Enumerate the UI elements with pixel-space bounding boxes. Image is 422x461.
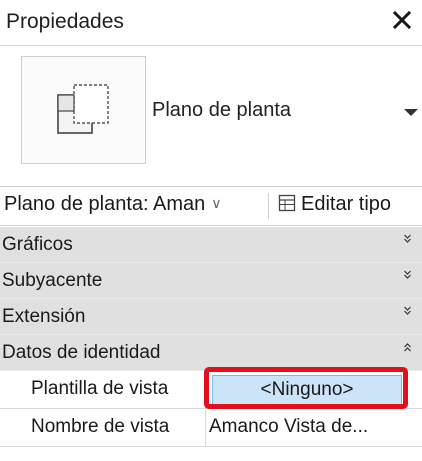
group-label: Subyacente (2, 270, 103, 291)
property-row-plantilla-de-vista: Plantilla de vista <Ninguno> (0, 367, 422, 409)
toolbar-divider (268, 193, 269, 219)
view-name-field[interactable]: Amanco Vista de... (207, 409, 422, 446)
expand-chevrons-icon (404, 234, 411, 243)
view-template-button[interactable]: <Ninguno> (212, 375, 402, 405)
collapse-chevrons-icon (404, 343, 411, 352)
group-label: Datos de identidad (2, 342, 161, 363)
instance-filter-label: Plano de planta: Aman (4, 193, 206, 215)
dropdown-arrow-icon[interactable] (400, 106, 422, 120)
group-subyacente[interactable]: Subyacente (0, 263, 422, 299)
group-graficos[interactable]: Gráficos (0, 227, 422, 263)
instance-selector-row: Plano de planta: Aman ∨ Editar tipo (0, 186, 422, 226)
expand-chevrons-icon (404, 270, 411, 279)
floor-plan-icon (57, 84, 109, 134)
group-label: Extensión (2, 306, 86, 327)
property-row-nombre-de-vista: Nombre de vista Amanco Vista de... (0, 409, 422, 447)
type-name: Plano de planta (152, 99, 292, 121)
close-icon[interactable] (388, 6, 416, 34)
properties-palette: Propiedades Plano de planta Plano de pla… (0, 0, 422, 461)
expand-chevrons-icon (404, 306, 411, 315)
palette-title: Propiedades (6, 10, 124, 33)
palette-title-bar: Propiedades (0, 0, 422, 46)
type-selector[interactable]: Plano de planta (0, 46, 422, 178)
edit-type-label: Editar tipo (301, 193, 392, 215)
property-label: Plantilla de vista (0, 371, 206, 408)
instance-filter-dropdown[interactable]: Plano de planta: Aman ∨ (4, 193, 222, 219)
group-datos-de-identidad[interactable]: Datos de identidad (0, 335, 422, 371)
type-thumbnail (21, 56, 146, 164)
edit-type-icon (278, 194, 296, 218)
property-label: Nombre de vista (0, 409, 206, 446)
property-groups: Gráficos Subyacente Extensión Datos de i… (0, 227, 422, 447)
edit-type-button[interactable]: Editar tipo (278, 193, 391, 219)
chevron-down-icon: ∨ (211, 195, 222, 211)
group-extension[interactable]: Extensión (0, 299, 422, 335)
group-label: Gráficos (2, 234, 73, 255)
